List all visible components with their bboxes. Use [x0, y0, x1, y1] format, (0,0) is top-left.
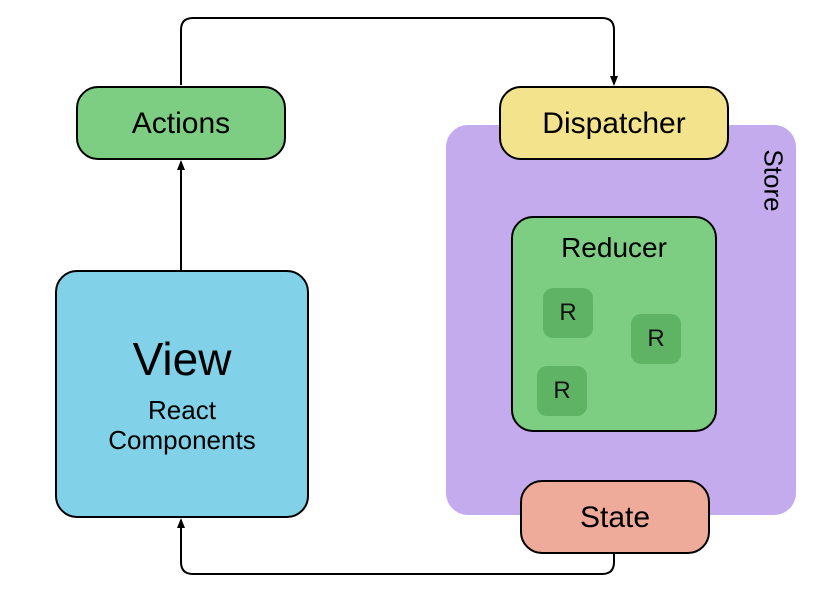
state-label: State	[580, 501, 650, 534]
sub-reducer-2: R	[631, 314, 681, 364]
state-node: State	[520, 480, 710, 554]
actions-label: Actions	[132, 107, 230, 140]
view-node: View ReactComponents	[55, 270, 309, 518]
store-label: Store	[758, 149, 789, 211]
dispatcher-node: Dispatcher	[499, 86, 729, 160]
sub-reducer-3: R	[537, 366, 587, 416]
view-title: View	[133, 332, 232, 386]
sub-reducer-3-label: R	[553, 377, 570, 405]
reducer-node: Reducer R R R	[511, 216, 717, 432]
sub-reducer-2-label: R	[647, 325, 664, 353]
reducer-label: Reducer	[513, 232, 715, 264]
edge-actions-to-dispatcher	[181, 18, 614, 85]
sub-reducer-1: R	[543, 288, 593, 338]
dispatcher-label: Dispatcher	[542, 107, 685, 140]
sub-reducer-1-label: R	[559, 299, 576, 327]
view-subtitle: ReactComponents	[108, 396, 255, 456]
diagram-canvas: Store Actions Dispatcher Reducer R R R S…	[0, 0, 825, 589]
actions-node: Actions	[76, 86, 286, 160]
